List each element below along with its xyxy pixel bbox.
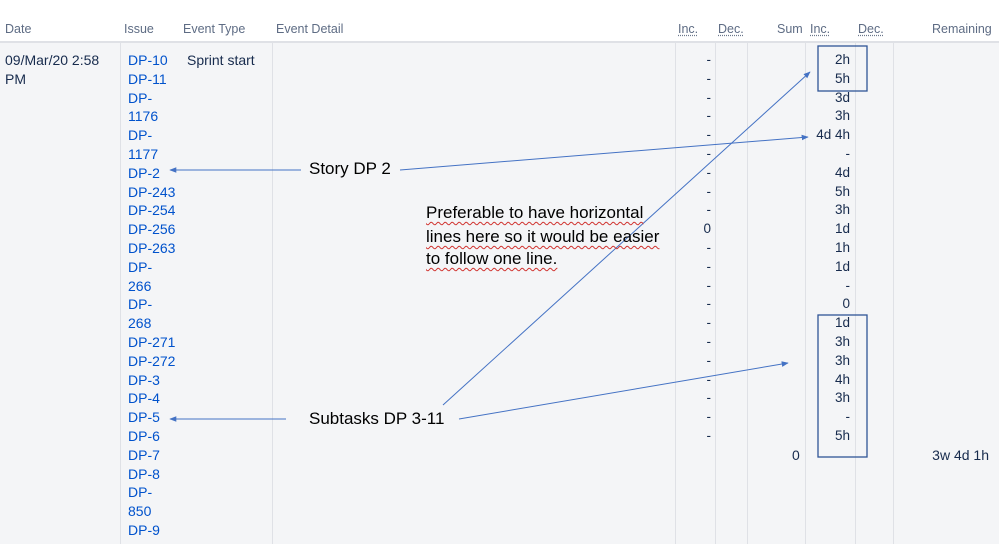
annotation-subtasks: Subtasks DP 3-11 xyxy=(309,409,445,428)
highlight-box-top xyxy=(817,45,868,92)
arrow-story-to-estimate xyxy=(399,134,809,171)
annotation-note-line: lines here so it would be easier xyxy=(426,227,660,246)
highlight-box-bottom xyxy=(817,314,868,458)
annotation-overlay xyxy=(169,45,868,458)
annotation-story: Story DP 2 xyxy=(309,159,391,178)
arrow-subtasks-to-bottom-box xyxy=(458,361,789,420)
annotation-note-line: to follow one line. xyxy=(426,249,558,268)
annotation-note-line: Preferable to have horizontal xyxy=(426,203,644,222)
